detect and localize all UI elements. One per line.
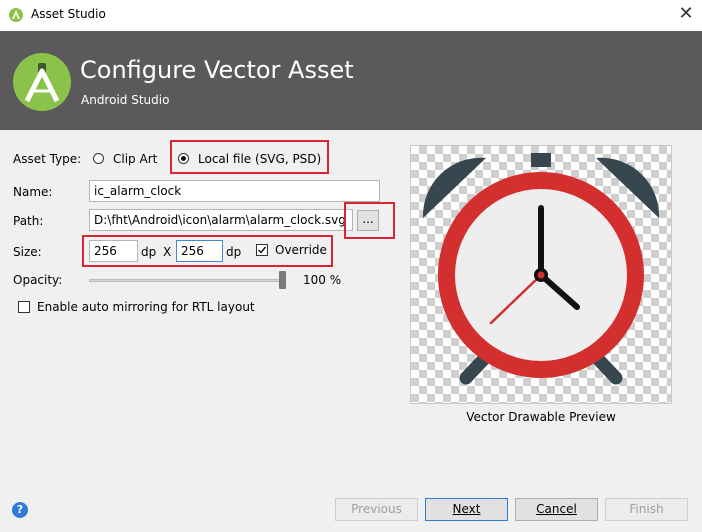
- override-checkbox[interactable]: [256, 244, 268, 256]
- help-icon[interactable]: ?: [12, 502, 28, 518]
- height-input[interactable]: 256: [176, 240, 223, 262]
- opacity-value: 100 %: [303, 273, 342, 287]
- wizard-header: Configure Vector Asset Android Studio: [0, 31, 702, 130]
- width-unit: dp: [141, 245, 157, 259]
- path-input[interactable]: D:\fht\Android\icon\alarm\alarm_clock.sv…: [89, 209, 353, 231]
- opacity-slider-track[interactable]: [89, 279, 286, 282]
- opacity-slider-thumb[interactable]: [279, 271, 286, 289]
- height-unit: dp: [226, 245, 242, 259]
- preview-caption: Vector Drawable Preview: [466, 410, 616, 424]
- window-title: Asset Studio: [31, 7, 106, 21]
- alarm-clock-icon: [422, 153, 660, 385]
- next-button-label: Next: [452, 502, 481, 516]
- name-input[interactable]: ic_alarm_clock: [89, 180, 380, 202]
- close-icon[interactable]: ✕: [676, 4, 696, 24]
- android-studio-logo: [13, 53, 71, 111]
- vector-preview: [410, 145, 672, 404]
- cancel-button-label: Cancel: [536, 502, 577, 516]
- previous-button[interactable]: Previous: [335, 498, 418, 521]
- clip-art-label[interactable]: Clip Art: [113, 152, 157, 166]
- finish-button[interactable]: Finish: [605, 498, 688, 521]
- android-studio-icon: [9, 8, 23, 22]
- browse-button[interactable]: ...: [357, 210, 379, 231]
- rtl-label[interactable]: Enable auto mirroring for RTL layout: [37, 300, 255, 314]
- local-file-label[interactable]: Local file (SVG, PSD): [198, 152, 321, 166]
- name-label: Name:: [13, 185, 53, 199]
- size-label: Size:: [13, 245, 42, 259]
- times-sign: X: [163, 245, 172, 259]
- override-label[interactable]: Override: [275, 243, 327, 257]
- page-title: Configure Vector Asset: [80, 56, 354, 84]
- title-bar: Asset Studio ✕: [0, 0, 702, 32]
- checkmark-icon: [258, 246, 267, 254]
- width-input[interactable]: 256: [89, 240, 138, 262]
- next-button[interactable]: Next: [425, 498, 508, 521]
- local-file-radio[interactable]: [178, 153, 189, 164]
- opacity-label: Opacity:: [13, 273, 63, 287]
- path-label: Path:: [13, 214, 44, 228]
- cancel-button[interactable]: Cancel: [515, 498, 598, 521]
- clip-art-radio[interactable]: [93, 153, 104, 164]
- asset-type-label: Asset Type:: [13, 152, 82, 166]
- rtl-checkbox[interactable]: [18, 301, 30, 313]
- page-subtitle: Android Studio: [81, 93, 170, 107]
